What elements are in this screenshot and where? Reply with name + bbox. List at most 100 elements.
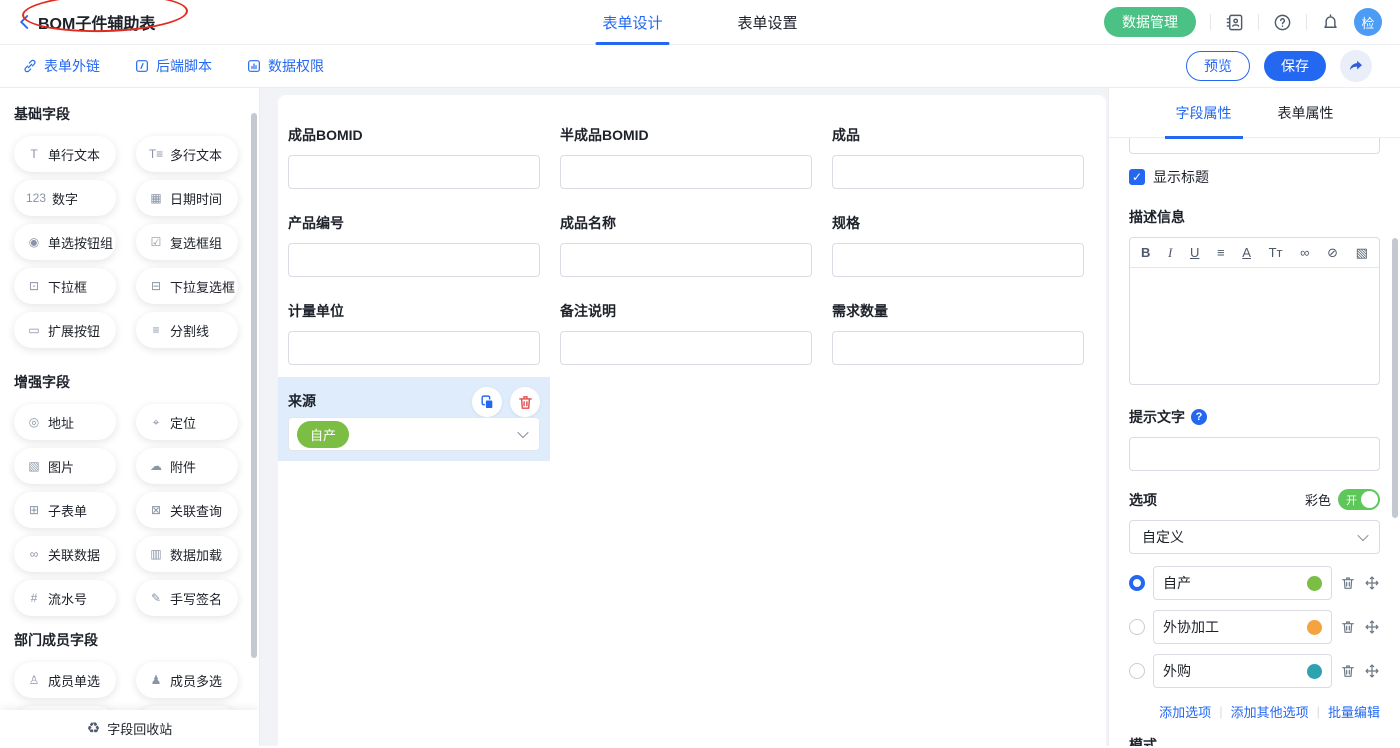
form-field[interactable]: 半成品BOMID <box>560 125 812 189</box>
source-select[interactable]: 自产 <box>288 417 540 451</box>
move-option-icon[interactable] <box>1364 575 1380 591</box>
option-color-dot[interactable] <box>1307 576 1322 591</box>
field-type-data-load[interactable]: ▥数据加载 <box>136 536 238 572</box>
help-icon[interactable] <box>1273 13 1292 32</box>
italic-icon[interactable]: I <box>1168 246 1172 259</box>
tab-form-settings[interactable]: 表单设置 <box>738 0 798 45</box>
form-field[interactable]: 成品 <box>832 125 1084 189</box>
field-input[interactable] <box>288 155 540 189</box>
underline-icon[interactable]: U <box>1190 246 1199 259</box>
add-option-link[interactable]: 添加选项 <box>1159 702 1211 721</box>
field-input[interactable] <box>832 331 1084 365</box>
field-recycle-bin[interactable]: ♻ 字段回收站 <box>0 710 259 746</box>
move-option-icon[interactable] <box>1364 619 1380 635</box>
field-type-member-single[interactable]: ♙成员单选 <box>14 662 116 698</box>
field-type-address[interactable]: ◎地址 <box>14 404 116 440</box>
share-button[interactable] <box>1340 50 1372 82</box>
insert-image-icon[interactable]: ▧ <box>1356 246 1368 259</box>
form-field[interactable]: 需求数量 <box>832 301 1084 365</box>
form-field[interactable]: 备注说明 <box>560 301 812 365</box>
field-type-select[interactable]: ⊡下拉框 <box>14 268 116 304</box>
option-label-input[interactable]: 外协加工 <box>1153 610 1332 644</box>
form-field[interactable]: 产品编号 <box>288 213 540 277</box>
field-type-multi-line-text[interactable]: T≡多行文本 <box>136 136 238 172</box>
copy-field-button[interactable] <box>472 387 502 417</box>
back-button[interactable] <box>16 13 34 31</box>
avatar[interactable]: 检 <box>1354 8 1382 36</box>
field-type-checkbox-group[interactable]: ☑复选框组 <box>136 224 238 260</box>
form-field[interactable]: 成品BOMID <box>288 125 540 189</box>
bell-icon[interactable] <box>1321 13 1340 32</box>
form-external-link-link[interactable]: 表单外链 <box>22 56 100 76</box>
bold-icon[interactable]: B <box>1141 246 1150 259</box>
data-manage-button[interactable]: 数据管理 <box>1104 7 1196 37</box>
hint-help-icon[interactable]: ? <box>1191 409 1207 425</box>
align-icon[interactable]: ≡ <box>1217 246 1225 259</box>
field-type-linked-query[interactable]: ⊠关联查询 <box>136 492 238 528</box>
tab-form-properties[interactable]: 表单属性 <box>1278 88 1334 138</box>
unlink-icon[interactable]: ⊘ <box>1327 246 1338 259</box>
field-input[interactable] <box>288 331 540 365</box>
show-title-row[interactable]: ✓ 显示标题 <box>1129 167 1380 187</box>
option-radio[interactable] <box>1129 619 1145 635</box>
option-color-dot[interactable] <box>1307 664 1322 679</box>
hint-input[interactable] <box>1129 437 1380 471</box>
tab-form-design[interactable]: 表单设计 <box>602 0 662 45</box>
rich-text-area[interactable] <box>1130 268 1379 384</box>
form-field[interactable]: 计量单位 <box>288 301 540 365</box>
field-input[interactable] <box>560 331 812 365</box>
field-input[interactable] <box>288 243 540 277</box>
delete-option-icon[interactable] <box>1340 619 1356 635</box>
form-field[interactable]: 成品名称 <box>560 213 812 277</box>
form-field[interactable]: 规格 <box>832 213 1084 277</box>
field-input[interactable] <box>832 243 1084 277</box>
field-input[interactable] <box>560 155 812 189</box>
panel-scrollbar[interactable] <box>1392 238 1398 518</box>
field-type-subform[interactable]: ⊞子表单 <box>14 492 116 528</box>
field-type-datetime[interactable]: ▦日期时间 <box>136 180 238 216</box>
checkbox-group-icon: ☑ <box>148 235 164 249</box>
option-type-select[interactable]: 自定义 <box>1129 520 1380 554</box>
option-label-input[interactable]: 自产 <box>1153 566 1332 600</box>
option-color-dot[interactable] <box>1307 620 1322 635</box>
link-icon[interactable]: ∞ <box>1300 246 1309 259</box>
checkbox-checked-icon[interactable]: ✓ <box>1129 169 1145 185</box>
delete-field-button[interactable] <box>510 387 540 417</box>
delete-option-icon[interactable] <box>1340 575 1356 591</box>
field-input[interactable] <box>560 243 812 277</box>
option-radio[interactable] <box>1129 575 1145 591</box>
move-option-icon[interactable] <box>1364 663 1380 679</box>
field-type-member-multi[interactable]: ♟成员多选 <box>136 662 238 698</box>
selected-field[interactable]: 来源 自产 <box>278 377 550 461</box>
option-radio[interactable] <box>1129 663 1145 679</box>
delete-option-icon[interactable] <box>1340 663 1356 679</box>
backend-script-link[interactable]: 后端脚本 <box>134 56 212 76</box>
field-type-number[interactable]: 123数字 <box>14 180 116 216</box>
tab-field-properties[interactable]: 字段属性 <box>1176 88 1232 138</box>
preview-button[interactable]: 预览 <box>1186 51 1250 81</box>
add-other-option-link[interactable]: 添加其他选项 <box>1231 702 1309 721</box>
field-type-linked-data[interactable]: ∞关联数据 <box>14 536 116 572</box>
field-type-serial-number[interactable]: #流水号 <box>14 580 116 616</box>
font-size-icon[interactable]: Tт <box>1269 246 1283 259</box>
contacts-icon[interactable] <box>1225 13 1244 32</box>
title-input-partial[interactable] <box>1129 138 1380 154</box>
field-type-radio-group[interactable]: ◉单选按钮组 <box>14 224 116 260</box>
field-type-location[interactable]: ⌖定位 <box>136 404 238 440</box>
data-permission-link[interactable]: 数据权限 <box>246 56 324 76</box>
field-type-image[interactable]: ▧图片 <box>14 448 116 484</box>
sidebar-scrollbar[interactable] <box>251 113 257 658</box>
page-title[interactable]: BOM子件辅助表 <box>38 10 155 34</box>
color-toggle[interactable]: 开 <box>1338 489 1380 510</box>
option-label-input[interactable]: 外购 <box>1153 654 1332 688</box>
field-type-divider[interactable]: ≡分割线 <box>136 312 238 348</box>
field-input[interactable] <box>832 155 1084 189</box>
font-color-icon[interactable]: A <box>1242 246 1251 259</box>
batch-edit-link[interactable]: 批量编辑 <box>1328 702 1380 721</box>
save-button[interactable]: 保存 <box>1264 51 1326 81</box>
field-type-signature[interactable]: ✎手写签名 <box>136 580 238 616</box>
field-type-single-line-text[interactable]: T单行文本 <box>14 136 116 172</box>
field-type-extend-button[interactable]: ▭扩展按钮 <box>14 312 116 348</box>
field-type-multi-select[interactable]: ⊟下拉复选框 <box>136 268 238 304</box>
field-type-attachment[interactable]: ☁附件 <box>136 448 238 484</box>
